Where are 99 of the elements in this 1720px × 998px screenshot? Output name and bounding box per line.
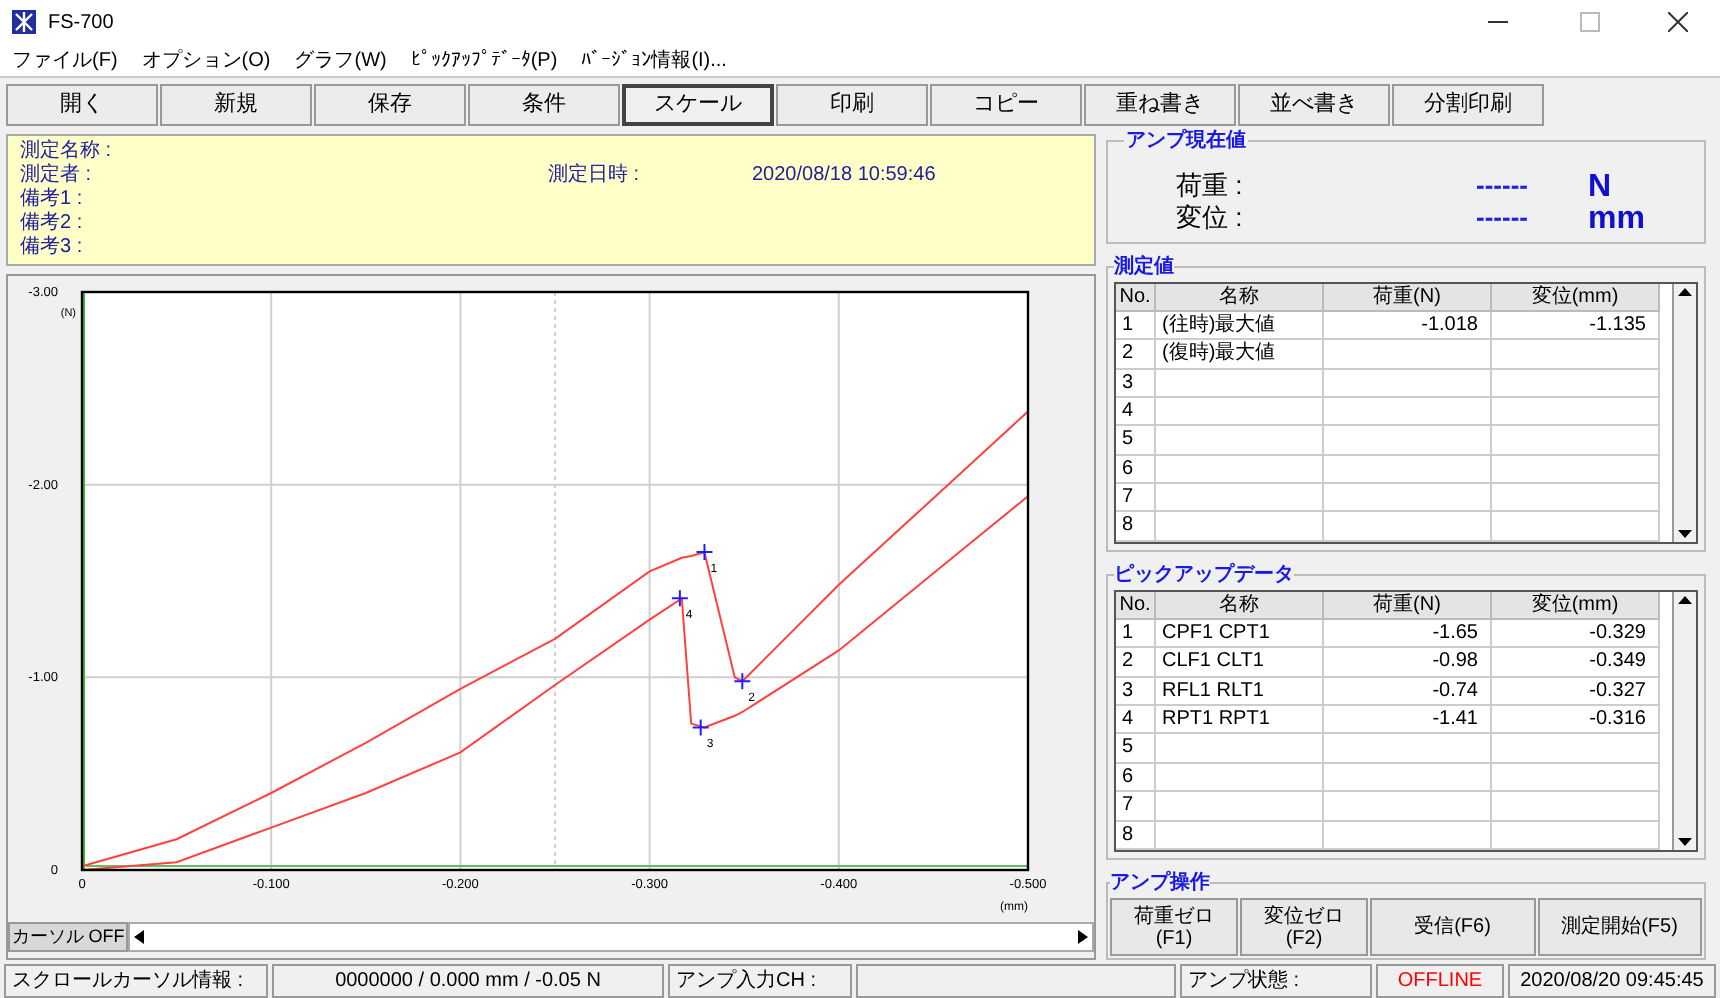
panel-title: アンプ操作 bbox=[1110, 868, 1210, 898]
toolbar-button[interactable]: 印刷 bbox=[776, 83, 928, 125]
left-arrow-icon[interactable] bbox=[134, 930, 144, 944]
app-icon bbox=[12, 10, 36, 34]
panel-title: 測定値 bbox=[1114, 252, 1174, 282]
table-cell: CPF1 CPT1 bbox=[1156, 619, 1324, 649]
table-cell: 8 bbox=[1116, 512, 1156, 542]
panel-title: ピックアップデータ bbox=[1114, 560, 1294, 590]
table-cell: 4 bbox=[1116, 397, 1156, 427]
reading-value: ------ bbox=[1476, 167, 1530, 203]
reading-label: 変位 : bbox=[1176, 199, 1245, 235]
table-cell: RFL1 RLT1 bbox=[1156, 677, 1324, 707]
column-header: No. bbox=[1116, 283, 1156, 312]
table-cell: -1.65 bbox=[1324, 619, 1492, 649]
table-cell: 1 bbox=[1116, 619, 1156, 649]
pick-marker-icon bbox=[733, 672, 752, 691]
column-header: No. bbox=[1116, 591, 1156, 620]
table-cell: -1.41 bbox=[1324, 706, 1492, 735]
table-cell: -0.316 bbox=[1492, 706, 1660, 735]
field-label: 測定日時 : bbox=[548, 164, 642, 188]
column-header: 荷重(N) bbox=[1324, 283, 1492, 312]
table-cell: 5 bbox=[1116, 426, 1156, 456]
status-text: OFFLINE bbox=[1376, 964, 1504, 998]
up-arrow-icon[interactable] bbox=[1678, 595, 1692, 604]
table-cell: 7 bbox=[1116, 792, 1156, 822]
table-cell: 6 bbox=[1116, 763, 1156, 793]
field-label: 備考2 : bbox=[20, 212, 85, 235]
table-cell: 3 bbox=[1116, 369, 1156, 398]
toolbar-button[interactable]: スケール bbox=[622, 83, 774, 125]
table-cell: 3 bbox=[1116, 677, 1156, 707]
unit-label: N bbox=[1588, 172, 1612, 204]
menu-item[interactable]: ファイル(F) bbox=[12, 45, 118, 75]
table-cell: 4 bbox=[1116, 706, 1156, 735]
status-text: 0000000 / 0.000 mm / -0.05 N bbox=[272, 964, 664, 998]
amp-button[interactable]: 測定開始(F5) bbox=[1537, 898, 1702, 956]
date-time: 2020/08/18 10:59:46 bbox=[752, 164, 936, 188]
menu-item[interactable]: ﾊﾞｰｼﾞｮﾝ情報(I)... bbox=[581, 45, 727, 75]
toolbar-button[interactable]: コピー bbox=[930, 83, 1082, 125]
pick-marker-icon bbox=[670, 589, 689, 608]
column-header: 変位(mm) bbox=[1492, 283, 1660, 312]
vertical-scrollbar[interactable] bbox=[1672, 283, 1696, 542]
down-arrow-icon[interactable] bbox=[1678, 838, 1692, 846]
amp-button[interactable]: 変位ゼロ (F2) bbox=[1240, 898, 1368, 956]
table-cell: (復時)最大値 bbox=[1156, 340, 1324, 370]
toolbar-button[interactable]: 重ね書き bbox=[1084, 83, 1236, 125]
table-cell: CLF1 CLT1 bbox=[1156, 648, 1324, 678]
table-cell: 2 bbox=[1116, 340, 1156, 370]
table-cell: -0.327 bbox=[1492, 677, 1660, 707]
status-text: アンプ状態 : bbox=[1180, 964, 1372, 998]
status-text: 2020/08/20 09:45:45 bbox=[1508, 964, 1716, 998]
reading-label: 荷重 : bbox=[1176, 167, 1245, 203]
reading-value: ------ bbox=[1476, 199, 1530, 235]
table-cell: 6 bbox=[1116, 455, 1156, 485]
column-header: 名称 bbox=[1156, 283, 1324, 312]
table-cell: 7 bbox=[1116, 484, 1156, 513]
unit-label: mm bbox=[1588, 204, 1645, 236]
pick-marker-icon bbox=[691, 718, 710, 737]
field-label: 測定名称 : bbox=[20, 140, 114, 163]
table-cell: 2 bbox=[1116, 648, 1156, 678]
column-header: 変位(mm) bbox=[1492, 591, 1660, 620]
column-header: 荷重(N) bbox=[1324, 591, 1492, 620]
toolbar-button[interactable]: 分割印刷 bbox=[1392, 83, 1544, 125]
down-arrow-icon[interactable] bbox=[1678, 529, 1692, 538]
table-cell: RPT1 RPT1 bbox=[1156, 706, 1324, 735]
pick-marker-icon bbox=[695, 543, 714, 562]
menu-item[interactable]: ﾋﾟｯｸｱｯﾌﾟﾃﾞｰﾀ(P) bbox=[410, 45, 558, 75]
cursor-toggle-button[interactable]: カーソル OFF bbox=[8, 922, 128, 952]
toolbar-button[interactable]: 保存 bbox=[314, 83, 466, 125]
toolbar-button[interactable]: 新規 bbox=[160, 83, 312, 125]
status-text: スクロールカーソル情報 : bbox=[4, 964, 268, 998]
field-label: 備考3 : bbox=[20, 236, 85, 260]
status-text: アンプ入力CH : bbox=[668, 964, 852, 998]
panel-title: アンプ現在値 bbox=[1124, 126, 1248, 156]
table-cell: -0.329 bbox=[1492, 619, 1660, 649]
amp-button[interactable]: 荷重ゼロ (F1) bbox=[1110, 898, 1238, 956]
table-cell: -1.135 bbox=[1492, 311, 1660, 341]
vertical-scrollbar[interactable] bbox=[1672, 591, 1696, 850]
close-icon[interactable] bbox=[1668, 12, 1688, 32]
table-cell: 5 bbox=[1116, 734, 1156, 764]
up-arrow-icon[interactable] bbox=[1678, 287, 1692, 296]
table-cell: -0.349 bbox=[1492, 648, 1660, 678]
horizontal-scrollbar[interactable] bbox=[128, 922, 1094, 952]
table-cell: -0.74 bbox=[1324, 677, 1492, 707]
toolbar-button[interactable]: 開く bbox=[6, 83, 158, 125]
column-header: 名称 bbox=[1156, 591, 1324, 620]
right-arrow-icon[interactable] bbox=[1078, 930, 1088, 944]
menu-item[interactable]: グラフ(W) bbox=[294, 45, 387, 75]
table-cell: -0.98 bbox=[1324, 648, 1492, 678]
amp-button[interactable]: 受信(F6) bbox=[1370, 898, 1535, 956]
table-cell: (往時)最大値 bbox=[1156, 311, 1324, 341]
window-title: FS-700 bbox=[48, 9, 114, 37]
toolbar-button[interactable]: 条件 bbox=[468, 83, 620, 125]
field-label: 測定者 : bbox=[20, 164, 94, 187]
table-cell: -1.018 bbox=[1324, 311, 1492, 341]
table-cell: 8 bbox=[1116, 821, 1156, 850]
table-cell: 1 bbox=[1116, 311, 1156, 341]
field-label: 備考1 : bbox=[20, 188, 85, 211]
menu-item[interactable]: オプション(O) bbox=[141, 45, 271, 75]
toolbar-button[interactable]: 並べ書き bbox=[1238, 83, 1390, 125]
